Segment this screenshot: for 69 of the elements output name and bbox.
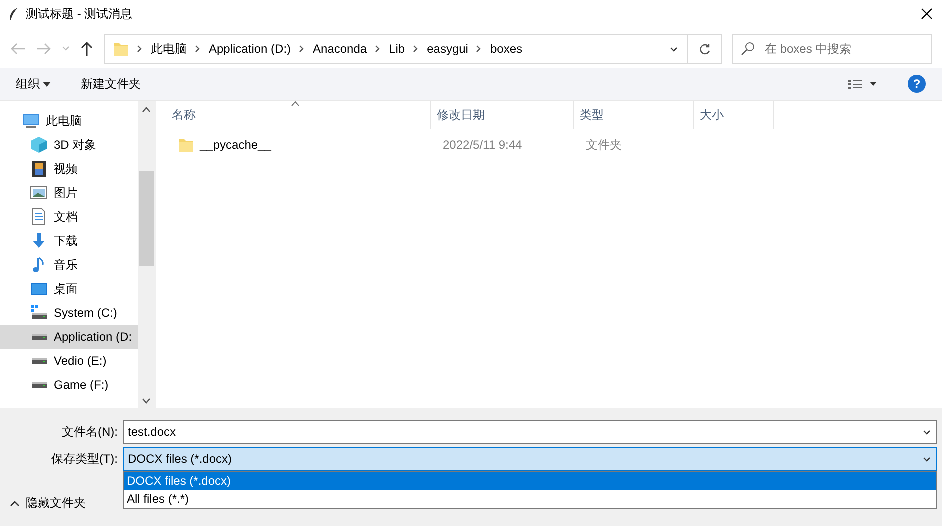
sidebar-item[interactable]: 图片: [0, 181, 138, 205]
breadcrumb[interactable]: easygui: [427, 40, 468, 58]
document-icon: [30, 208, 48, 226]
organize-menu[interactable]: 组织: [16, 75, 51, 93]
search-field[interactable]: 在 boxes 中搜索: [732, 34, 932, 64]
file-name[interactable]: __pycache__: [200, 136, 272, 154]
sidebar-item[interactable]: System (C:): [0, 301, 138, 325]
picture-icon: [30, 184, 48, 202]
sidebar-item[interactable]: 3D 对象: [0, 133, 138, 157]
dropdown-option[interactable]: All files (*.*): [124, 490, 936, 508]
new-folder-button[interactable]: 新建文件夹: [81, 75, 141, 93]
dropdown-option[interactable]: DOCX files (*.docx): [124, 472, 936, 490]
filename-label: 文件名(N):: [61, 424, 119, 441]
drive-icon: [30, 304, 48, 322]
view-options-icon[interactable]: [848, 79, 878, 89]
folder-icon: [178, 137, 194, 153]
sidebar-item[interactable]: Vedio (E:): [0, 349, 138, 373]
breadcrumb[interactable]: Application (D:): [209, 40, 292, 58]
window-title: 测试标题 - 测试消息: [26, 6, 133, 23]
hide-folders-toggle[interactable]: 隐藏文件夹: [10, 494, 86, 512]
scrollbar[interactable]: [138, 101, 155, 408]
save-type-label: 保存类型(T):: [50, 451, 119, 468]
sort-ascending-icon: [291, 101, 300, 107]
column-header[interactable]: 类型: [580, 106, 604, 124]
feather-icon: [8, 7, 20, 21]
sidebar-item[interactable]: Game (F:): [0, 373, 138, 397]
search-icon: [741, 42, 755, 56]
close-icon[interactable]: [920, 7, 934, 21]
cube-icon: [30, 136, 48, 154]
sidebar-item[interactable]: Application (D:: [0, 325, 138, 349]
modified-date: 2022/5/11 9:44: [442, 137, 524, 154]
up-arrow-icon[interactable]: [80, 41, 94, 57]
caret-icon: [43, 82, 51, 86]
scroll-down-icon[interactable]: [142, 398, 151, 404]
breadcrumb[interactable]: Lib: [389, 40, 406, 58]
column-header[interactable]: 修改日期: [437, 106, 485, 124]
save-type-dropdown[interactable]: DOCX files (*.docx): [123, 447, 937, 471]
refresh-icon[interactable]: [698, 43, 710, 55]
file-type: 文件夹: [585, 137, 623, 154]
film-icon: [30, 160, 48, 178]
column-header[interactable]: 大小: [700, 106, 724, 124]
down-arrow-icon: [30, 232, 48, 250]
chevron-right-icon: [413, 44, 420, 54]
scroll-up-icon[interactable]: [142, 107, 151, 113]
sidebar-item[interactable]: 桌面: [0, 277, 138, 301]
breadcrumb[interactable]: boxes: [490, 40, 522, 58]
breadcrumb[interactable]: Anaconda: [313, 40, 368, 58]
sidebar-item[interactable]: 此电脑: [0, 109, 138, 133]
breadcrumb[interactable]: 此电脑: [151, 40, 187, 58]
sidebar-item[interactable]: 视频: [0, 157, 138, 181]
sidebar-item[interactable]: 下载: [0, 229, 138, 253]
folder-icon: [113, 41, 129, 57]
chevron-right-icon: [476, 44, 482, 54]
chevron-right-icon: [137, 44, 143, 54]
sidebar-item[interactable]: 音乐: [0, 253, 138, 277]
drive-icon: [32, 382, 46, 388]
help-button[interactable]: ?: [908, 75, 926, 93]
chevron-right-icon: [195, 44, 201, 54]
drive-icon: [32, 334, 46, 340]
sidebar-item[interactable]: 文档: [0, 205, 138, 229]
address-bar[interactable]: 此电脑 Application (D:) Anaconda Lib easygui boxes: [104, 34, 722, 64]
chevron-right-icon: [375, 44, 382, 54]
column-header[interactable]: 名称: [172, 106, 196, 124]
filename-field[interactable]: test.docx: [123, 420, 937, 444]
computer-icon: [22, 112, 40, 130]
desktop-icon: [30, 280, 48, 298]
drive-icon: [32, 358, 46, 364]
chevron-right-icon: [299, 44, 306, 54]
chevron-up-icon: [10, 500, 20, 506]
